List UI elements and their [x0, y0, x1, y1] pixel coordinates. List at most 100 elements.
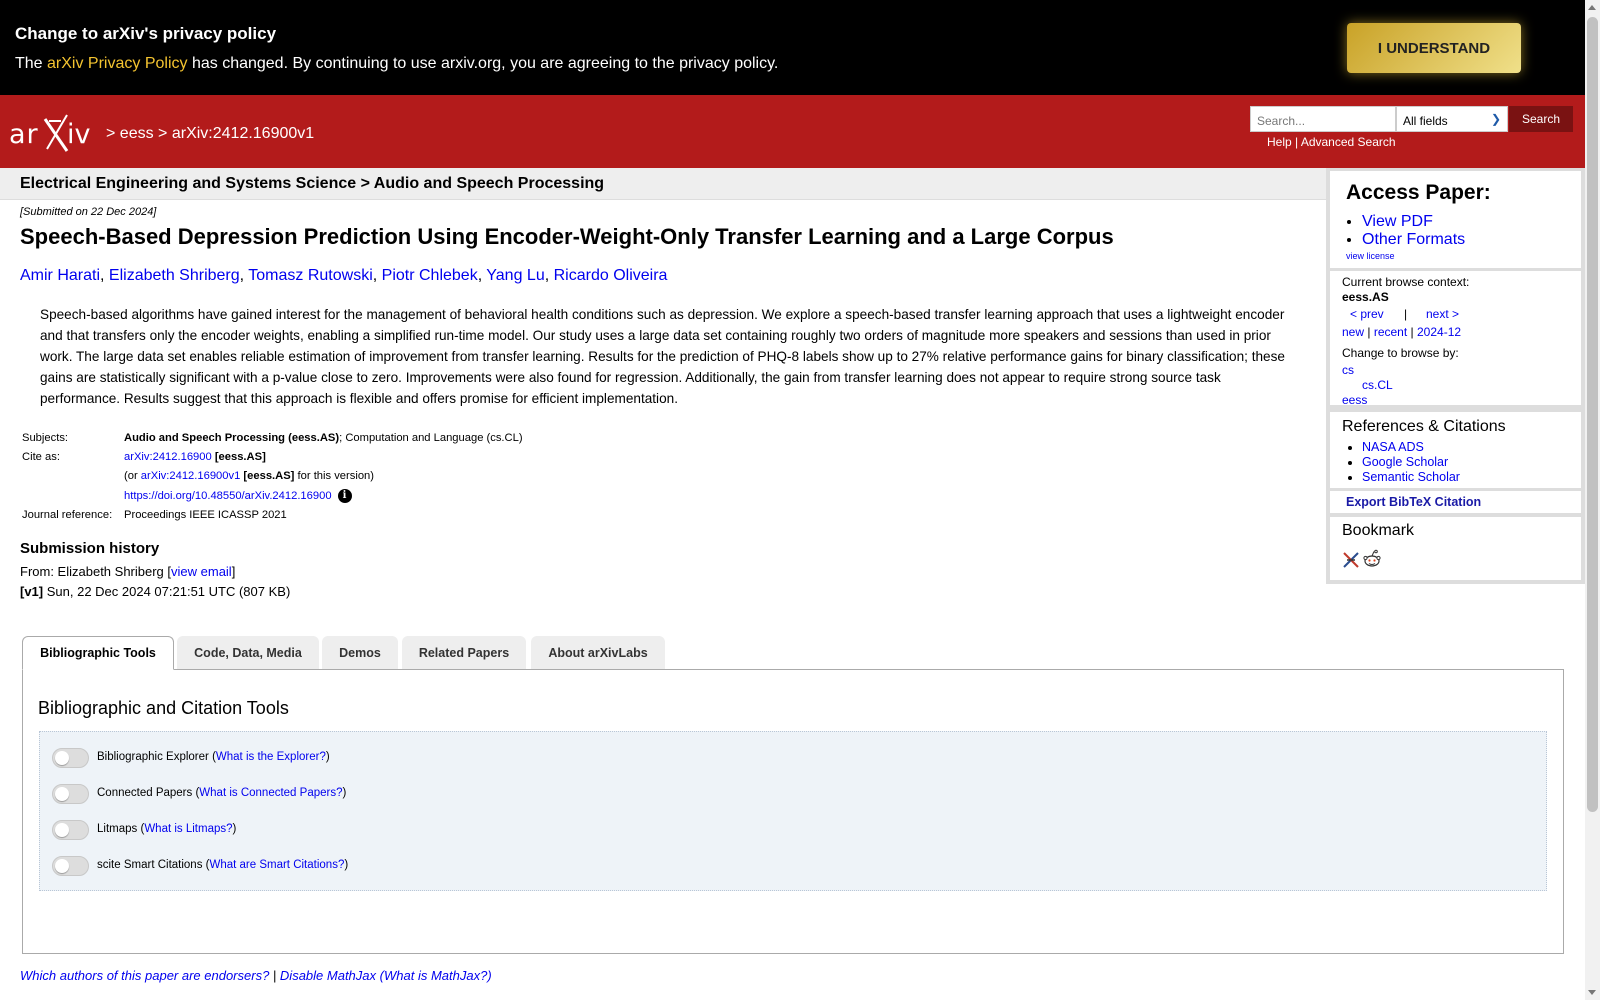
browse-context-value: eess.AS — [1342, 290, 1389, 304]
svg-text:ar: ar — [9, 119, 39, 150]
author-link[interactable]: Ricardo Oliveira — [554, 267, 668, 284]
search-button[interactable]: Search — [1509, 106, 1573, 132]
bibsonomy-icon[interactable] — [1342, 551, 1360, 569]
tab-demos[interactable]: Demos — [322, 636, 398, 669]
submission-date: [Submitted on 22 Dec 2024] — [20, 206, 157, 218]
cite-version-tail: for this version) — [294, 470, 375, 482]
breadcrumb-eess[interactable]: eess — [120, 125, 154, 142]
breadcrumb-sep: > — [158, 125, 168, 142]
references-links: NASA ADS Google Scholar Semantic Scholar — [1346, 440, 1460, 485]
scroll-thumb[interactable] — [1587, 17, 1598, 812]
author-link[interactable]: Amir Harati — [20, 267, 100, 284]
disable-mathjax-link[interactable]: Disable MathJax — [280, 968, 376, 983]
bibliographic-explorer-toggle[interactable] — [52, 748, 89, 768]
search-input[interactable]: Search... — [1250, 106, 1396, 132]
nav-separator: | — [1404, 307, 1408, 321]
tool-label: Bibliographic Explorer — [97, 751, 209, 763]
scite-toggle[interactable] — [52, 856, 89, 876]
chevron-down-icon: ❯ — [1490, 112, 1501, 126]
tool-help-link[interactable]: What is the Explorer? — [216, 751, 326, 763]
reddit-icon[interactable] — [1362, 549, 1382, 569]
secondary-subjects: ; Computation and Language (cs.CL) — [339, 432, 523, 444]
cite-id-link[interactable]: arXiv:2412.16900 — [124, 451, 212, 463]
help-link[interactable]: Help — [1267, 135, 1292, 149]
doi-link[interactable]: https://doi.org/10.48550/arXiv.2412.1690… — [124, 490, 332, 502]
abstract: Speech-based algorithms have gained inte… — [40, 307, 1285, 406]
other-formats-link[interactable]: Other Formats — [1362, 231, 1465, 248]
journal-value: Proceedings IEEE ICASSP 2021 — [124, 509, 287, 521]
cite-category: [eess.AS] — [214, 451, 266, 463]
endorsers-link[interactable]: Which authors of this paper are endorser… — [20, 968, 269, 983]
browse-links: new | recent | 2024-12 — [1342, 325, 1462, 339]
view-license-link[interactable]: view license — [1346, 251, 1395, 261]
browse-context-box: Current browse context: eess.AS < prev |… — [1330, 271, 1581, 407]
export-bibtex-link[interactable]: Export BibTeX Citation — [1346, 495, 1481, 509]
tool-help-link[interactable]: What is Litmaps? — [144, 823, 232, 835]
semantic-scholar-link[interactable]: Semantic Scholar — [1362, 470, 1460, 484]
view-email-link[interactable]: view email — [171, 564, 232, 579]
cite-or: (or — [124, 470, 141, 482]
what-is-mathjax-link[interactable]: What is MathJax? — [384, 968, 487, 983]
subject-title: Electrical Engineering and Systems Scien… — [20, 175, 605, 192]
sidebar: Access Paper: View PDF Other Formats vie… — [1326, 168, 1585, 584]
new-link[interactable]: new — [1342, 325, 1364, 339]
svg-text:iv: iv — [67, 119, 91, 150]
page-scrollbar[interactable] — [1585, 0, 1600, 1000]
browse-cs-link[interactable]: cs — [1342, 363, 1354, 377]
access-paper-box: Access Paper: View PDF Other Formats vie… — [1330, 171, 1581, 268]
cite-version-category: [eess.AS] — [243, 470, 295, 482]
month-link[interactable]: 2024-12 — [1417, 325, 1461, 339]
primary-subject: Audio and Speech Processing (eess.AS) — [124, 432, 340, 444]
tool-list: Bibliographic Explorer (What is the Expl… — [39, 731, 1547, 891]
author-link[interactable]: Piotr Chlebek — [382, 267, 478, 284]
prev-link[interactable]: < prev — [1350, 307, 1384, 321]
arxiv-logo[interactable]: ar iv — [9, 113, 101, 153]
tab-related-papers[interactable]: Related Papers — [402, 636, 526, 669]
author-link[interactable]: Tomasz Rutowski — [248, 267, 372, 284]
tab-about-arxivlabs[interactable]: About arXivLabs — [531, 636, 665, 669]
tool-help-link[interactable]: What is Connected Papers? — [199, 787, 342, 799]
nasa-ads-link[interactable]: NASA ADS — [1362, 440, 1424, 454]
author-link[interactable]: Yang Lu — [486, 267, 544, 284]
tool-help-link[interactable]: What are Smart Citations? — [209, 859, 344, 871]
view-pdf-link[interactable]: View PDF — [1362, 213, 1433, 230]
tool-label: scite Smart Citations — [97, 859, 203, 871]
submission-from: From: Elizabeth Shriberg [view email] — [20, 564, 235, 579]
recent-link[interactable]: recent — [1374, 325, 1407, 339]
privacy-policy-link[interactable]: arXiv Privacy Policy — [47, 55, 187, 72]
bibtex-box: Export BibTeX Citation — [1330, 491, 1581, 513]
search-field-select[interactable]: All fields ❯ — [1396, 106, 1508, 132]
advanced-search-link[interactable]: Advanced Search — [1301, 135, 1396, 149]
info-icon[interactable]: i — [337, 489, 352, 503]
tab-panel: Bibliographic and Citation Tools Bibliog… — [22, 669, 1564, 954]
panel-title: Bibliographic and Citation Tools — [38, 698, 289, 718]
page: Change to arXiv's privacy policy The arX… — [0, 0, 1585, 1000]
next-link[interactable]: next > — [1426, 307, 1459, 321]
cite-version-link[interactable]: arXiv:2412.16900v1 — [141, 470, 241, 482]
banner-text: The arXiv Privacy Policy has changed. By… — [15, 55, 778, 73]
cite-value: arXiv:2412.16900 [eess.AS] — [124, 451, 266, 463]
journal-label: Journal reference: — [22, 509, 113, 521]
banner-text-before: The — [15, 55, 48, 72]
tab-bibliographic-tools[interactable]: Bibliographic Tools — [22, 636, 174, 670]
scroll-down-arrow-icon[interactable] — [1588, 990, 1596, 995]
search-field-value: All fields — [1403, 114, 1448, 128]
footer-separator: | — [269, 968, 280, 983]
tab-code-data-media[interactable]: Code, Data, Media — [177, 636, 319, 669]
i-understand-button[interactable]: I UNDERSTAND — [1347, 23, 1521, 73]
from-prefix: From: Elizabeth Shriberg [ — [20, 564, 172, 579]
browse-eess-link[interactable]: eess — [1342, 393, 1367, 407]
author-link[interactable]: Elizabeth Shriberg — [109, 267, 240, 284]
subjects-label: Subjects: — [22, 432, 69, 444]
version-tag: [v1] — [20, 584, 44, 599]
version-details: Sun, 22 Dec 2024 07:21:51 UTC (807 KB) — [43, 584, 291, 599]
litmaps-toggle[interactable] — [52, 820, 89, 840]
cite-label: Cite as: — [22, 451, 60, 463]
google-scholar-link[interactable]: Google Scholar — [1362, 455, 1448, 469]
banner-text-after: has changed. By continuing to use arxiv.… — [187, 55, 779, 72]
connected-papers-toggle[interactable] — [52, 784, 89, 804]
scroll-up-arrow-icon[interactable] — [1588, 5, 1596, 10]
doi-value: https://doi.org/10.48550/arXiv.2412.1690… — [124, 489, 352, 503]
privacy-banner: Change to arXiv's privacy policy The arX… — [0, 0, 1585, 95]
browse-cs-cl-link[interactable]: cs.CL — [1362, 378, 1393, 392]
